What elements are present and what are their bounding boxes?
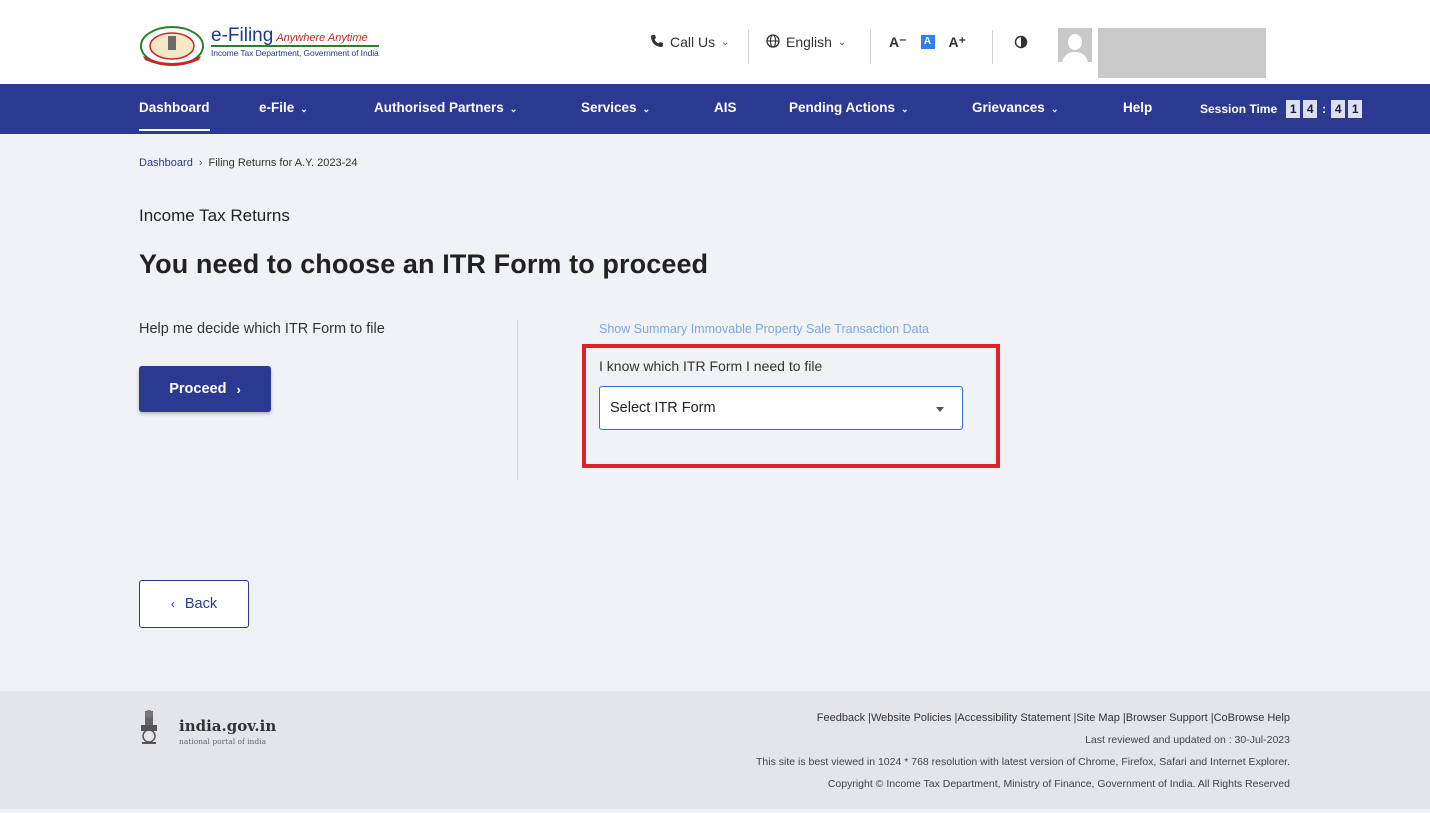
help-decide-text: Help me decide which ITR Form to file [139, 321, 385, 337]
globe-icon [766, 33, 780, 51]
india-gov-logo[interactable]: india.gov.in national portal of india [139, 709, 299, 749]
itr-form-select[interactable]: Select ITR Form [599, 386, 963, 430]
call-us-dropdown[interactable]: Call Us ⌄ [650, 28, 730, 56]
language-dropdown[interactable]: English ⌄ [766, 28, 846, 56]
best-viewed-text: This site is best viewed in 1024 * 768 r… [755, 756, 1290, 768]
summary-property-sale-link[interactable]: Show Summary Immovable Property Sale Tra… [599, 322, 929, 336]
section-label: Income Tax Returns [139, 206, 290, 225]
chevron-right-icon: › [236, 381, 241, 397]
caret-down-icon [936, 407, 944, 412]
nav-item-help[interactable]: Help [1123, 84, 1152, 134]
font-increase-button[interactable]: A⁺ [949, 34, 967, 51]
chevron-down-icon: ⌄ [837, 36, 847, 48]
last-reviewed-text: Last reviewed and updated on : 30-Jul-20… [1085, 734, 1290, 746]
divider [870, 30, 871, 64]
call-us-label: Call Us [670, 34, 716, 50]
nav-item-e-file[interactable]: e-File ⌄ [259, 84, 308, 134]
nav-item-authorised-partners[interactable]: Authorised Partners ⌄ [374, 84, 517, 134]
phone-icon [650, 34, 664, 51]
gov-name: india.gov.in [179, 717, 277, 735]
font-decrease-button[interactable]: A⁻ [889, 34, 907, 51]
font-size-controls: A⁻ A A⁺ [889, 28, 966, 56]
nav-item-pending-actions[interactable]: Pending Actions ⌄ [789, 84, 909, 134]
gov-subtitle: national portal of india [179, 737, 267, 746]
session-digit: 1 [1348, 100, 1363, 118]
session-digit: 4 [1303, 100, 1318, 118]
chevron-left-icon: ‹ [170, 597, 175, 611]
divider [748, 30, 749, 64]
back-button[interactable]: ‹ Back [139, 580, 249, 628]
back-label: Back [184, 596, 218, 612]
page-title: You need to choose an ITR Form to procee… [139, 249, 709, 279]
logo-underline [211, 45, 379, 47]
user-name-redacted[interactable] [1098, 28, 1266, 78]
divider [992, 30, 993, 64]
chevron-down-icon: ⌄ [901, 104, 909, 114]
chevron-down-icon: ⌄ [509, 104, 518, 114]
font-normal-button[interactable]: A [920, 35, 935, 49]
avatar-icon[interactable] [1058, 28, 1092, 62]
nav-item-ais[interactable]: AIS [714, 84, 737, 134]
breadcrumb: Dashboard › Filing Returns for A.Y. 2023-2… [139, 157, 358, 169]
contrast-toggle[interactable] [1014, 28, 1028, 56]
session-digit: 4 [1331, 100, 1346, 118]
session-digit: 1 [1286, 100, 1301, 118]
copyright-text: Copyright © Income Tax Department, Minis… [827, 778, 1290, 790]
breadcrumb-separator: › [198, 157, 203, 169]
proceed-label: Proceed [169, 381, 227, 397]
footer-links[interactable]: Feedback |Website Policies |Accessibilit… [817, 712, 1290, 724]
footer: india.gov.in national portal of india Fe… [0, 691, 1430, 809]
itr-form-label: I know which ITR Form I need to file [599, 358, 823, 374]
nav-item-dashboard[interactable]: Dashboard [139, 84, 210, 134]
vertical-divider [517, 320, 518, 480]
nav-item-grievances[interactable]: Grievances ⌄ [972, 84, 1058, 134]
efiling-logo[interactable]: e-Filing Anywhere Anytime Income Tax Depa… [139, 22, 379, 72]
logo-subtitle: Income Tax Department, Government of Ind… [211, 48, 379, 58]
session-time-label: Session Time [1200, 102, 1278, 116]
national-emblem-icon [141, 710, 157, 744]
main-nav: Dashboard e-File ⌄ Authorised Partners ⌄ S… [0, 84, 1430, 134]
session-separator: : [1322, 102, 1327, 116]
logo-tagline: Anywhere Anytime [276, 32, 368, 44]
top-header: e-Filing Anywhere Anytime Income Tax Depa… [0, 0, 1430, 84]
session-timer: Session Time 1 4 : 4 1 [1200, 84, 1363, 134]
breadcrumb-dashboard-link[interactable]: Dashboard [139, 157, 193, 169]
contrast-icon [1014, 35, 1028, 49]
language-label: English [786, 34, 832, 50]
nav-item-services[interactable]: Services ⌄ [581, 84, 650, 134]
logo-title: e-Filing Anywhere Anytime [211, 25, 368, 46]
chevron-down-icon: ⌄ [642, 104, 651, 114]
chevron-down-icon: ⌄ [721, 36, 730, 48]
chevron-down-icon: ⌄ [300, 104, 308, 114]
proceed-button[interactable]: Proceed › [139, 366, 271, 412]
breadcrumb-current: Filing Returns for A.Y. 2023-24 [208, 157, 358, 169]
income-tax-department-emblem-icon [140, 26, 204, 66]
chevron-down-icon: ⌄ [1050, 104, 1059, 114]
itr-form-select-value: Select ITR Form [610, 400, 716, 416]
